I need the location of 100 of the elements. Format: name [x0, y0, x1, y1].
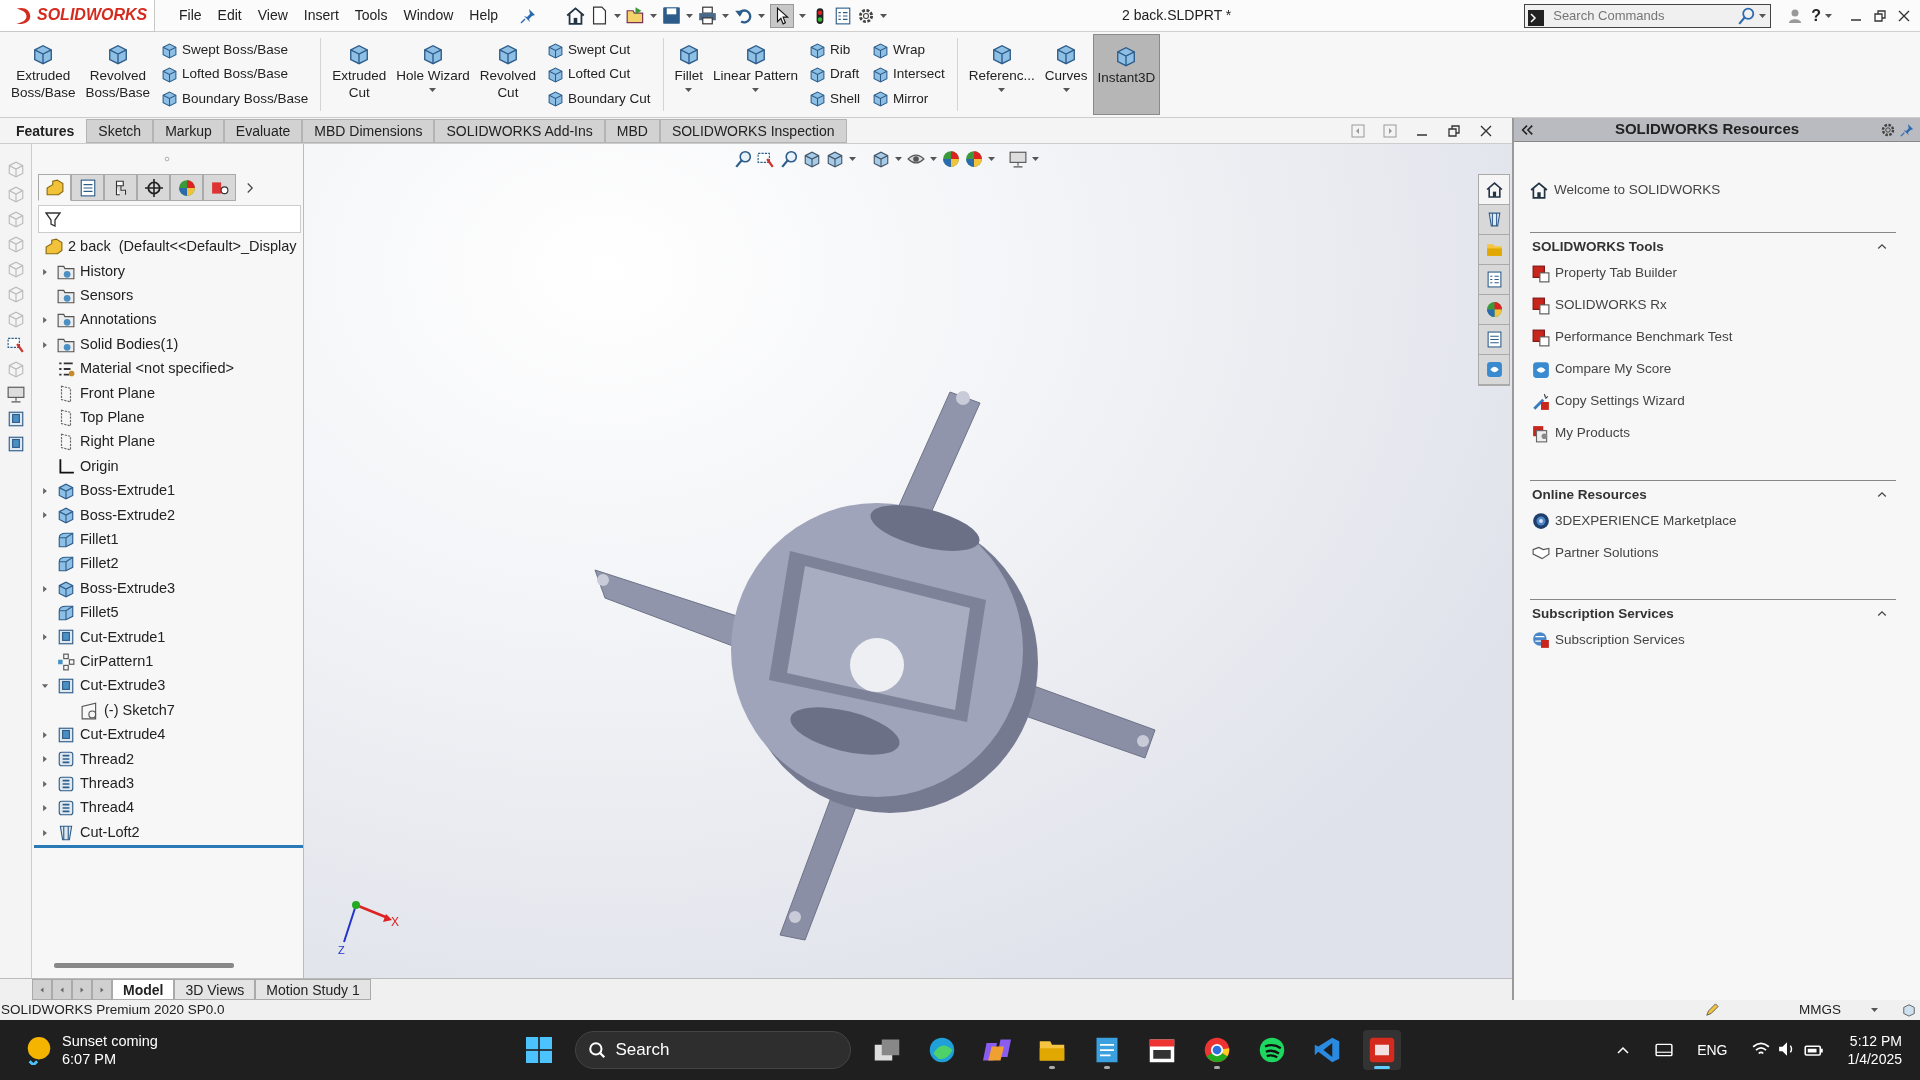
ribbon-button[interactable]: Swept Cut	[545, 40, 653, 61]
tree-item[interactable]: Sensors	[80, 285, 134, 307]
rounded-block-icon[interactable]	[57, 555, 75, 574]
loft-icon[interactable]	[57, 823, 75, 842]
resource-link[interactable]: 3DEXPERIENCE Marketplace	[1530, 504, 1739, 537]
block-icon[interactable]	[57, 482, 75, 501]
select-tool-button[interactable]	[770, 3, 795, 28]
menu-item[interactable]: Window	[395, 5, 462, 26]
clock-time[interactable]: 5:12 PM	[1849, 1031, 1902, 1050]
tree-item[interactable]: Fillet2	[80, 553, 119, 576]
ribbon-button[interactable]: Lofted Boss/Base	[159, 64, 311, 85]
ribbon-button[interactable]: Instant3D	[1092, 34, 1161, 115]
caret-icon[interactable]	[998, 87, 1006, 92]
magnifier-icon[interactable]	[780, 150, 798, 168]
user-icon[interactable]	[1787, 8, 1804, 25]
resource-link[interactable]: SOLIDWORKS Rx	[1530, 289, 1669, 322]
search-field[interactable]: Search Commands	[1547, 3, 1738, 28]
list-icon[interactable]	[834, 6, 853, 25]
panel-tab[interactable]	[104, 174, 137, 201]
command-tab[interactable]: Evaluate	[223, 118, 303, 143]
sphere-icon[interactable]	[965, 150, 983, 168]
part-icon[interactable]	[45, 238, 63, 257]
filter-field[interactable]	[38, 205, 301, 233]
welcome-link[interactable]: Welcome to SOLIDWORKS	[1554, 180, 1721, 201]
rounded-block-icon[interactable]	[57, 530, 75, 549]
tree-item[interactable]: Thread2	[80, 748, 134, 771]
tree-item[interactable]: Origin	[80, 455, 119, 478]
ribbon-button[interactable]: Boundary Cut	[545, 88, 653, 109]
monitor-icon[interactable]	[6, 385, 25, 403]
weather-time[interactable]: 6:07 PM	[62, 1050, 158, 1069]
tree-item[interactable]: Cut-Extrude3	[80, 675, 166, 698]
caret-icon[interactable]	[1032, 157, 1039, 161]
caret-icon[interactable]	[614, 13, 622, 18]
menu-item[interactable]: Help	[461, 5, 507, 26]
ribbon-button[interactable]: Extruded Cut	[327, 32, 392, 117]
caret-icon[interactable]	[1062, 87, 1070, 92]
help-button[interactable]: ?	[1811, 3, 1821, 28]
save-icon[interactable]	[662, 6, 682, 25]
menu-item[interactable]: View	[249, 5, 296, 26]
task-pane-tab[interactable]	[1479, 175, 1509, 205]
ribbon-button[interactable]: Wrap	[869, 40, 947, 61]
tree-item[interactable]: Boss-Extrude1	[80, 480, 176, 502]
cut-block-icon[interactable]	[57, 628, 75, 647]
caret-icon[interactable]	[930, 157, 937, 161]
tree-item[interactable]: History	[80, 260, 126, 283]
home-icon[interactable]	[566, 6, 586, 25]
document-tab[interactable]: Model	[112, 979, 175, 1000]
caret-icon[interactable]	[1871, 1008, 1878, 1012]
ribbon-button[interactable]: Shell	[806, 88, 862, 109]
document-tab[interactable]: 3D Views	[174, 979, 256, 1000]
caret-icon[interactable]	[686, 13, 694, 18]
pin-icon[interactable]	[520, 8, 537, 25]
command-tab[interactable]: MBD Dimensions	[302, 118, 435, 143]
folder-icon[interactable]	[57, 311, 75, 330]
tree-item[interactable]: Fillet1	[80, 529, 119, 551]
tree-item[interactable]: Thread3	[80, 772, 134, 795]
ribbon-button[interactable]: Rib	[806, 40, 862, 61]
ribbon-button[interactable]: Linear Pattern	[708, 32, 803, 117]
caret-icon[interactable]	[849, 157, 856, 161]
tree-item[interactable]: (-) Sketch7	[104, 699, 175, 722]
tree-item[interactable]: Cut-Extrude1	[80, 626, 166, 649]
axes-icon[interactable]	[57, 457, 75, 476]
document-tab[interactable]: Motion Study 1	[255, 979, 371, 1000]
rounded-block-icon[interactable]	[57, 604, 75, 623]
cut-block-icon[interactable]	[57, 726, 75, 744]
caret-icon[interactable]	[988, 157, 995, 161]
block-icon[interactable]	[57, 506, 75, 525]
taskbar-search[interactable]: Search	[574, 1031, 851, 1069]
caret-icon[interactable]	[895, 157, 902, 161]
pin-icon[interactable]	[1900, 123, 1914, 138]
caret-icon[interactable]	[650, 13, 658, 18]
pattern-icon[interactable]	[57, 652, 75, 671]
resource-link[interactable]: Copy Settings Wizard	[1530, 385, 1687, 418]
language-indicator[interactable]: ENG	[1697, 1039, 1728, 1061]
select-icon[interactable]	[6, 335, 25, 353]
tree-item[interactable]: Boss-Extrude3	[80, 577, 176, 600]
tree-item[interactable]: Fillet5	[80, 602, 119, 624]
search-icon[interactable]	[1737, 6, 1756, 25]
caret-icon[interactable]	[1759, 13, 1767, 18]
ribbon-button[interactable]: Hole Wizard	[391, 32, 475, 117]
collapse-panel-icon[interactable]	[1520, 122, 1534, 137]
caret-icon[interactable]	[752, 87, 759, 92]
ribbon-button[interactable]: Swept Boss/Base	[159, 40, 311, 61]
restore-icon[interactable]	[1872, 7, 1888, 24]
tree-item[interactable]: Right Plane	[80, 431, 155, 454]
weather-title[interactable]: Sunset coming	[62, 1031, 158, 1050]
gear-icon[interactable]	[857, 6, 876, 25]
gear-icon[interactable]	[1880, 121, 1896, 138]
restore-icon[interactable]	[1446, 122, 1462, 139]
command-tab[interactable]: MBD	[604, 118, 660, 143]
menu-item[interactable]: Edit	[209, 5, 250, 26]
undo-icon[interactable]	[734, 6, 754, 25]
panel-tab[interactable]	[137, 174, 170, 201]
magnifier-icon[interactable]	[734, 150, 752, 168]
menu-item[interactable]: File	[171, 5, 210, 26]
ribbon-button[interactable]: Intersect	[869, 64, 947, 85]
printer-icon[interactable]	[698, 6, 718, 25]
resource-link[interactable]: Property Tab Builder	[1530, 257, 1680, 290]
command-tab[interactable]: SOLIDWORKS Add-Ins	[434, 118, 605, 143]
tree-item[interactable]: Annotations	[80, 309, 157, 332]
